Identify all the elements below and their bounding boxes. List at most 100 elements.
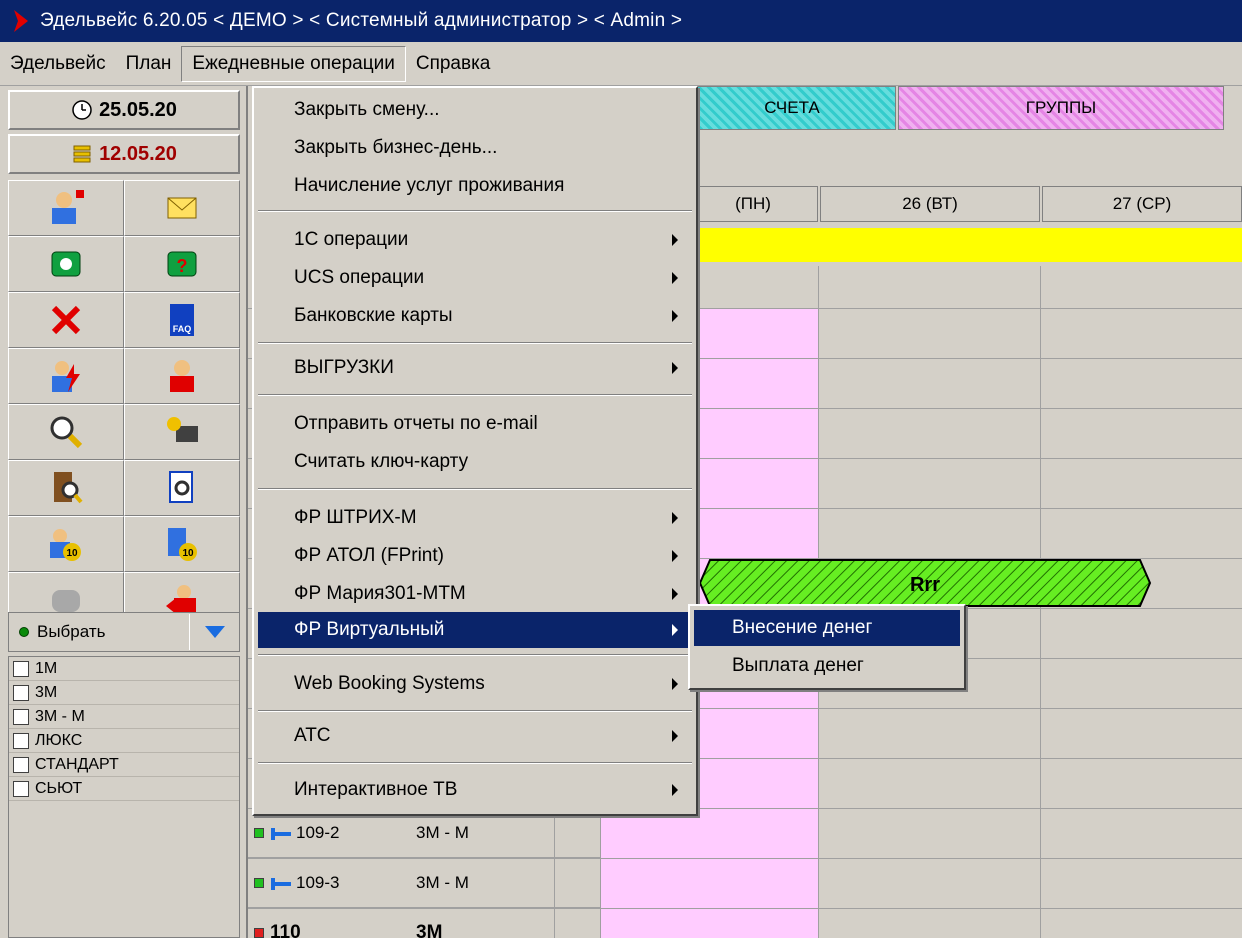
menu-fr-virtual[interactable]: ФР Виртуальный — [258, 612, 692, 648]
cancel-button[interactable] — [8, 292, 124, 348]
red-x-icon — [51, 305, 81, 335]
submenu-arrow-icon — [672, 362, 678, 374]
user-action-button[interactable] — [8, 348, 124, 404]
chevron-down-icon[interactable] — [189, 614, 239, 650]
menu-1c-operations[interactable]: 1С операции — [258, 222, 692, 258]
svg-text:10: 10 — [182, 548, 194, 559]
select-dropdown[interactable]: Выбрать — [8, 612, 240, 652]
svg-text:?: ? — [177, 256, 188, 276]
menu-daily-operations[interactable]: Ежедневные операции — [181, 45, 406, 82]
user-10-button[interactable]: 10 — [8, 516, 124, 572]
key-card-icon — [167, 417, 198, 442]
room-type-list: 1М 3М 3М - М ЛЮКС СТАНДАРТ СЬЮТ — [8, 656, 240, 938]
menu-bank-cards[interactable]: Банковские карты — [258, 298, 692, 334]
menu-close-shift[interactable]: Закрыть смену... — [258, 92, 692, 128]
menu-edelweiss[interactable]: Эдельвейс — [0, 46, 116, 82]
submenu-arrow-icon — [672, 588, 678, 600]
bed-icon — [271, 877, 291, 890]
submenu-arrow-icon — [672, 310, 678, 322]
left-panel: 25.05.20 12.05.20 ? FAQ 10 10 Выбрать 1М… — [0, 86, 248, 938]
menu-read-key-card[interactable]: Считать ключ-карту — [258, 444, 692, 480]
clock-icon — [72, 100, 92, 120]
checkbox[interactable] — [13, 660, 29, 677]
menu-accommodation-charges[interactable]: Начисление услуг проживания — [258, 168, 692, 204]
current-date-box[interactable]: 25.05.20 — [8, 90, 240, 130]
document-search-button[interactable] — [124, 460, 240, 516]
menu-cash-out[interactable]: Выплата денег — [694, 648, 960, 684]
faq-icon: FAQ — [170, 304, 194, 336]
checkbox[interactable] — [13, 684, 29, 701]
booking-label: Rrr — [910, 574, 940, 596]
menu-ucs-operations[interactable]: UCS операции — [258, 260, 692, 296]
checkbox[interactable] — [13, 756, 29, 773]
status-square-icon — [254, 927, 264, 938]
list-item[interactable]: 1М — [9, 657, 239, 681]
menu-help[interactable]: Справка — [406, 46, 501, 82]
calculator-10-icon: 10 — [168, 528, 197, 561]
table-row[interactable]: 109-3 3М - М — [248, 858, 600, 908]
table-row[interactable]: 110 3М — [248, 908, 600, 938]
menu-fr-maria[interactable]: ФР Мария301-МТМ — [258, 576, 692, 612]
menu-fr-atol[interactable]: ФР АТОЛ (FPrint) — [258, 538, 692, 574]
checkbox[interactable] — [13, 708, 29, 725]
magnifier-icon — [50, 416, 83, 449]
list-item[interactable]: ЛЮКС — [9, 729, 239, 753]
window-title: Эдельвейс 6.20.05 < ДЕМО > < Системный а… — [40, 10, 683, 31]
faq-button[interactable]: FAQ — [124, 292, 240, 348]
list-item[interactable]: 3М — [9, 681, 239, 705]
submenu-arrow-icon — [672, 550, 678, 562]
bed-icon — [271, 827, 291, 840]
mail-button[interactable] — [124, 180, 240, 236]
daily-operations-menu: Закрыть смену... Закрыть бизнес-день... … — [252, 86, 698, 816]
menu-ats[interactable]: АТС — [258, 718, 692, 754]
submenu-arrow-icon — [672, 234, 678, 246]
search-button[interactable] — [8, 404, 124, 460]
virtual-fr-submenu: Внесение денег Выплата денег — [688, 604, 966, 690]
door-search-button[interactable] — [8, 460, 124, 516]
svg-text:10: 10 — [66, 548, 78, 559]
menu-close-business-day[interactable]: Закрыть бизнес-день... — [258, 130, 692, 166]
status-square-icon — [254, 877, 264, 888]
list-item[interactable]: СТАНДАРТ — [9, 753, 239, 777]
menu-fr-shtrih[interactable]: ФР ШТРИХ-М — [258, 500, 692, 536]
day-header: 26 (ВТ) — [820, 186, 1040, 222]
list-item[interactable]: 3М - М — [9, 705, 239, 729]
submenu-arrow-icon — [672, 730, 678, 742]
phone-button[interactable] — [8, 236, 124, 292]
svg-text:FAQ: FAQ — [173, 324, 192, 334]
user-lightning-icon — [52, 361, 80, 392]
user-message-button[interactable] — [8, 180, 124, 236]
user-red-icon — [170, 360, 194, 392]
phone-icon — [51, 251, 81, 277]
list-item[interactable]: СЬЮТ — [9, 777, 239, 801]
door-search-icon — [54, 472, 83, 504]
menu-interactive-tv[interactable]: Интерактивное ТВ — [258, 772, 692, 808]
title-bar: Эдельвейс 6.20.05 < ДЕМО > < Системный а… — [0, 0, 1242, 42]
document-search-icon — [169, 471, 193, 503]
submenu-arrow-icon — [672, 624, 678, 636]
key-card-button[interactable] — [124, 404, 240, 460]
guest-button[interactable] — [124, 348, 240, 404]
business-date-box[interactable]: 12.05.20 — [8, 134, 240, 174]
calc-10-button[interactable]: 10 — [124, 516, 240, 572]
select-label: Выбрать — [37, 622, 106, 641]
tab-accounts[interactable]: СЧЕТА — [688, 86, 896, 130]
checkbox[interactable] — [13, 780, 29, 797]
menu-exports[interactable]: ВЫГРУЗКИ — [258, 350, 692, 386]
menu-send-reports-email[interactable]: Отправить отчеты по e-mail — [258, 406, 692, 442]
checkbox[interactable] — [13, 732, 29, 749]
tab-groups[interactable]: ГРУППЫ — [898, 86, 1224, 130]
envelope-icon — [167, 197, 197, 219]
user-10-icon: 10 — [50, 529, 81, 561]
booking-bar[interactable]: Rrr — [698, 558, 1152, 608]
menu-cash-in[interactable]: Внесение денег — [694, 610, 960, 646]
phone-help-button[interactable]: ? — [124, 236, 240, 292]
status-square-icon — [254, 827, 264, 838]
submenu-arrow-icon — [672, 784, 678, 796]
day-header: (ПН) — [688, 186, 818, 222]
menu-web-booking[interactable]: Web Booking Systems — [258, 666, 692, 702]
menu-plan[interactable]: План — [116, 46, 182, 82]
phone-question-icon: ? — [167, 251, 197, 277]
status-dot-icon — [19, 627, 29, 637]
occupancy-bar — [688, 228, 1242, 262]
